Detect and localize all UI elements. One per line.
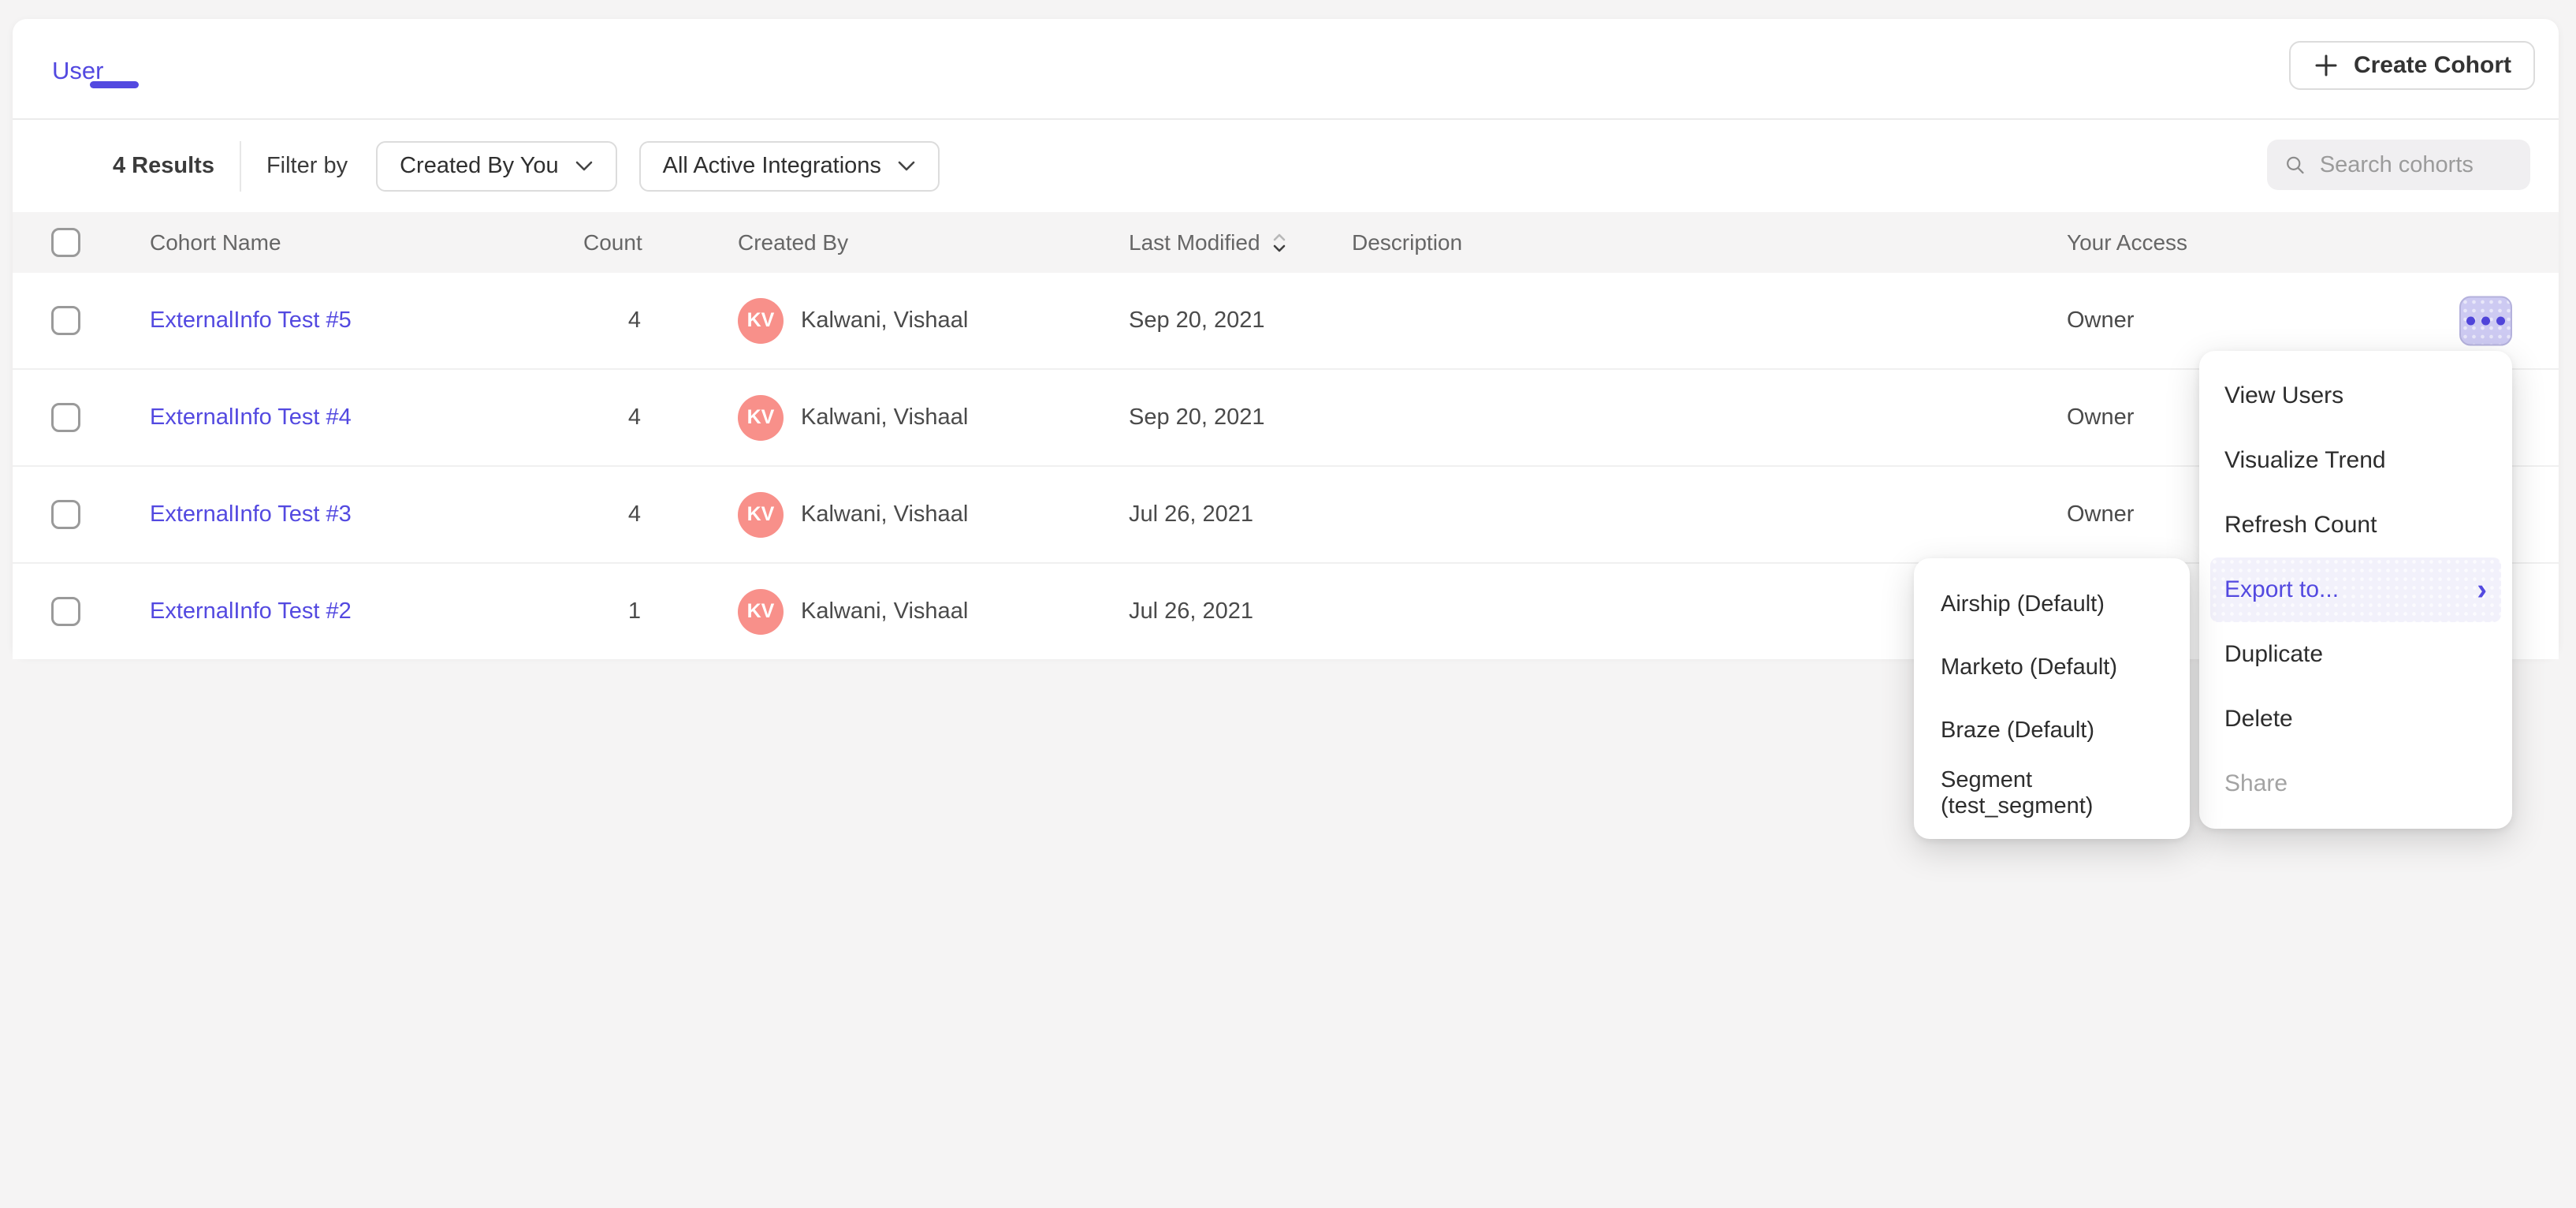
table-row: ExternalInfo Test #5 4 KV Kalwani, Visha…	[13, 273, 2559, 370]
row-checkbox[interactable]	[51, 597, 80, 626]
menu-item-export-to[interactable]: Export to... ›	[2210, 557, 2501, 622]
menu-item-visualize-trend[interactable]: Visualize Trend	[2199, 428, 2512, 493]
results-count: 4 Results	[113, 153, 214, 179]
cohort-name-link[interactable]: ExternalInfo Test #3	[150, 501, 583, 528]
integrations-dropdown-label: All Active Integrations	[663, 153, 881, 179]
created-by-name: Kalwani, Vishaal	[801, 501, 968, 528]
last-modified-date: Jul 26, 2021	[1129, 501, 1352, 528]
column-your-access[interactable]: Your Access	[2067, 230, 2559, 255]
search-icon	[2284, 152, 2306, 177]
cohort-name-link[interactable]: ExternalInfo Test #5	[150, 308, 583, 334]
chevron-down-icon	[897, 160, 916, 172]
table-header: Cohort Name Count Created By Last Modifi…	[13, 212, 2559, 273]
tab-active-underline	[90, 81, 139, 88]
table-row: ExternalInfo Test #3 4 KV Kalwani, Visha…	[13, 467, 2559, 564]
table-row: ExternalInfo Test #4 4 KV Kalwani, Visha…	[13, 370, 2559, 467]
created-by-name: Kalwani, Vishaal	[801, 308, 968, 334]
row-actions-menu: View Users Visualize Trend Refresh Count…	[2199, 351, 2512, 829]
submenu-item-airship[interactable]: Airship (Default)	[1914, 572, 2190, 636]
column-cohort-name[interactable]: Cohort Name	[150, 230, 583, 255]
created-by-dropdown[interactable]: Created By You	[376, 141, 617, 192]
plus-icon	[2313, 52, 2340, 79]
column-description[interactable]: Description	[1352, 230, 2067, 255]
filter-divider	[240, 141, 241, 192]
cohort-count: 4	[583, 501, 641, 528]
search-cohorts-box[interactable]	[2267, 140, 2530, 190]
avatar: KV	[738, 492, 784, 538]
select-all-checkbox[interactable]	[51, 228, 80, 257]
avatar: KV	[738, 395, 784, 441]
tab-user-label: User	[52, 57, 103, 84]
filter-by-label: Filter by	[266, 153, 348, 179]
created-by-name: Kalwani, Vishaal	[801, 405, 968, 431]
cohort-name-link[interactable]: ExternalInfo Test #2	[150, 598, 583, 625]
avatar: KV	[738, 298, 784, 344]
submenu-item-segment[interactable]: Segment (test_segment)	[1914, 762, 2190, 825]
ellipsis-icon	[2466, 316, 2475, 325]
search-input[interactable]	[2318, 151, 2513, 179]
filter-bar: 4 Results Filter by Created By You All A…	[13, 120, 2559, 212]
create-cohort-label: Create Cohort	[2354, 52, 2511, 79]
cohort-count: 1	[583, 598, 641, 625]
tab-bar: User Create Cohort	[13, 19, 2559, 120]
menu-item-view-users[interactable]: View Users	[2199, 364, 2512, 428]
column-created-by[interactable]: Created By	[641, 230, 1129, 255]
column-last-modified-label: Last Modified	[1129, 230, 1260, 255]
access-level: Owner	[2067, 405, 2134, 431]
last-modified-date: Sep 20, 2021	[1129, 308, 1352, 334]
submenu-item-marketo[interactable]: Marketo (Default)	[1914, 636, 2190, 699]
last-modified-date: Jul 26, 2021	[1129, 598, 1352, 625]
create-cohort-button[interactable]: Create Cohort	[2289, 41, 2535, 90]
export-submenu: Airship (Default) Marketo (Default) Braz…	[1914, 558, 2190, 839]
column-count[interactable]: Count	[583, 230, 641, 255]
row-actions-button[interactable]	[2459, 296, 2512, 345]
created-by-dropdown-label: Created By You	[400, 153, 559, 179]
menu-item-export-to-label: Export to...	[2224, 576, 2339, 603]
submenu-arrow-icon: ›	[2477, 575, 2487, 605]
menu-item-refresh-count[interactable]: Refresh Count	[2199, 493, 2512, 557]
column-last-modified[interactable]: Last Modified	[1129, 230, 1352, 255]
row-checkbox[interactable]	[51, 403, 80, 432]
cohorts-page: { "colors": { "accent": "#5349e0", "acce…	[0, 0, 2576, 1208]
last-modified-date: Sep 20, 2021	[1129, 405, 1352, 431]
row-checkbox[interactable]	[51, 306, 80, 335]
tab-user[interactable]: User	[52, 57, 103, 85]
created-by-name: Kalwani, Vishaal	[801, 598, 968, 625]
access-level: Owner	[2067, 308, 2134, 334]
menu-item-delete[interactable]: Delete	[2199, 687, 2512, 751]
cohort-count: 4	[583, 405, 641, 431]
menu-item-share: Share	[2199, 751, 2512, 816]
submenu-item-braze[interactable]: Braze (Default)	[1914, 699, 2190, 762]
row-checkbox[interactable]	[51, 500, 80, 529]
menu-item-duplicate[interactable]: Duplicate	[2199, 622, 2512, 687]
access-level: Owner	[2067, 501, 2134, 528]
chevron-down-icon	[575, 160, 594, 172]
cohort-count: 4	[583, 308, 641, 334]
avatar: KV	[738, 589, 784, 635]
sort-icon	[1271, 231, 1287, 255]
integrations-dropdown[interactable]: All Active Integrations	[639, 141, 940, 192]
cohort-name-link[interactable]: ExternalInfo Test #4	[150, 405, 583, 431]
